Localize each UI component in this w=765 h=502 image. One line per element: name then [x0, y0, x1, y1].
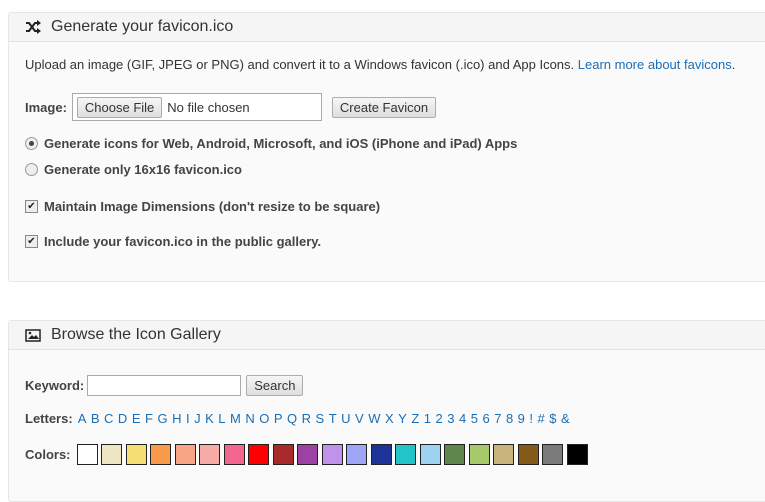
- color-swatch[interactable]: [272, 444, 294, 465]
- color-swatch[interactable]: [125, 444, 147, 465]
- color-swatch[interactable]: [174, 444, 196, 465]
- choose-file-button[interactable]: Choose File: [76, 96, 163, 118]
- gallery-header: Browse the Icon Gallery: [9, 321, 765, 350]
- letter-link[interactable]: !: [529, 411, 533, 426]
- keyword-label: Keyword:: [25, 378, 85, 393]
- letter-link[interactable]: #: [538, 411, 545, 426]
- letter-link[interactable]: $: [549, 411, 556, 426]
- check-gallery-label: Include your favicon.ico in the public g…: [44, 234, 322, 249]
- radio-all-label: Generate icons for Web, Android, Microso…: [44, 136, 518, 151]
- letter-link[interactable]: Q: [287, 411, 297, 426]
- color-swatch[interactable]: [395, 444, 416, 465]
- file-status: No file chosen: [167, 99, 250, 115]
- letter-link[interactable]: 1: [424, 411, 431, 426]
- checkbox-checked[interactable]: ✔: [25, 200, 38, 213]
- letter-link[interactable]: U: [341, 411, 350, 426]
- letter-link[interactable]: A: [78, 411, 87, 426]
- color-swatch[interactable]: [517, 444, 539, 465]
- letter-link[interactable]: B: [91, 411, 100, 426]
- generate-panel: Generate your favicon.ico Upload an imag…: [8, 12, 765, 282]
- letter-link[interactable]: R: [302, 411, 311, 426]
- letter-link[interactable]: J: [194, 411, 201, 426]
- checkbox-checked[interactable]: ✔: [25, 235, 38, 248]
- gallery-panel: Browse the Icon Gallery Keyword: Search …: [8, 320, 765, 502]
- letter-link[interactable]: G: [157, 411, 167, 426]
- radio-button[interactable]: [25, 163, 38, 176]
- image-label: Image:: [25, 99, 67, 115]
- letter-link[interactable]: Z: [411, 411, 419, 426]
- letter-link[interactable]: H: [172, 411, 181, 426]
- letters-label: Letters:: [25, 411, 73, 426]
- intro-text: Upload an image (GIF, JPEG or PNG) and c…: [25, 57, 575, 72]
- radio-button-selected[interactable]: [25, 137, 38, 150]
- generate-title: Generate your favicon.ico: [51, 18, 234, 35]
- color-swatch[interactable]: [444, 444, 465, 465]
- letter-link[interactable]: L: [218, 411, 225, 426]
- radio-all[interactable]: Generate icons for Web, Android, Microso…: [25, 136, 517, 151]
- letter-link[interactable]: E: [132, 411, 141, 426]
- shuffle-icon: [25, 20, 41, 34]
- colors-label: Colors:: [25, 447, 71, 462]
- color-swatch[interactable]: [370, 444, 392, 465]
- letter-link[interactable]: 7: [494, 411, 501, 426]
- letter-link[interactable]: D: [118, 411, 127, 426]
- color-swatch[interactable]: [468, 444, 490, 465]
- keyword-input[interactable]: [87, 375, 242, 396]
- color-swatch[interactable]: [419, 444, 441, 465]
- file-input[interactable]: Choose File No file chosen: [71, 93, 322, 121]
- color-swatch[interactable]: [321, 444, 343, 465]
- letter-link[interactable]: N: [245, 411, 254, 426]
- intro: Upload an image (GIF, JPEG or PNG) and c…: [25, 57, 735, 72]
- letter-link[interactable]: 8: [506, 411, 513, 426]
- color-swatch[interactable]: [101, 444, 122, 465]
- letter-link[interactable]: 4: [459, 411, 466, 426]
- letter-link[interactable]: F: [145, 411, 153, 426]
- letter-link[interactable]: 9: [518, 411, 525, 426]
- color-swatch[interactable]: [493, 444, 514, 465]
- check-dims[interactable]: ✔ Maintain Image Dimensions (don't resize…: [25, 199, 380, 214]
- letter-link[interactable]: 2: [436, 411, 443, 426]
- color-swatch[interactable]: [76, 444, 98, 465]
- letter-link[interactable]: V: [355, 411, 364, 426]
- color-swatch[interactable]: [566, 444, 588, 465]
- color-swatch[interactable]: [248, 444, 269, 465]
- letter-link[interactable]: 5: [471, 411, 478, 426]
- color-swatch[interactable]: [150, 444, 171, 465]
- letter-link[interactable]: 6: [482, 411, 489, 426]
- radio-16[interactable]: Generate only 16x16 favicon.ico: [25, 162, 242, 177]
- letter-link[interactable]: X: [385, 411, 394, 426]
- color-swatch[interactable]: [542, 444, 563, 465]
- color-swatch[interactable]: [199, 444, 220, 465]
- color-swatch[interactable]: [346, 444, 367, 465]
- color-swatch[interactable]: [223, 444, 245, 465]
- color-swatch[interactable]: [297, 444, 318, 465]
- letter-link[interactable]: M: [230, 411, 241, 426]
- image-icon: [25, 328, 41, 342]
- letter-link[interactable]: C: [104, 411, 113, 426]
- letter-link[interactable]: S: [316, 411, 325, 426]
- letter-link[interactable]: I: [186, 411, 190, 426]
- radio-16-label: Generate only 16x16 favicon.ico: [44, 162, 242, 177]
- letter-link[interactable]: 3: [447, 411, 454, 426]
- learn-more-link[interactable]: Learn more about favicons: [578, 57, 732, 72]
- letter-link[interactable]: T: [329, 411, 337, 426]
- create-favicon-button[interactable]: Create Favicon: [331, 96, 437, 118]
- check-gallery[interactable]: ✔ Include your favicon.ico in the public …: [25, 234, 321, 249]
- letter-link[interactable]: Y: [398, 411, 407, 426]
- generate-header: Generate your favicon.ico: [9, 13, 765, 42]
- letter-link[interactable]: K: [205, 411, 214, 426]
- letter-link[interactable]: O: [259, 411, 269, 426]
- period: .: [731, 57, 736, 72]
- letter-link[interactable]: W: [368, 411, 380, 426]
- letter-link[interactable]: &: [561, 411, 570, 426]
- search-button[interactable]: Search: [246, 375, 304, 396]
- letter-link[interactable]: P: [274, 411, 283, 426]
- check-dims-label: Maintain Image Dimensions (don't resize …: [44, 199, 381, 214]
- gallery-title: Browse the Icon Gallery: [51, 326, 221, 343]
